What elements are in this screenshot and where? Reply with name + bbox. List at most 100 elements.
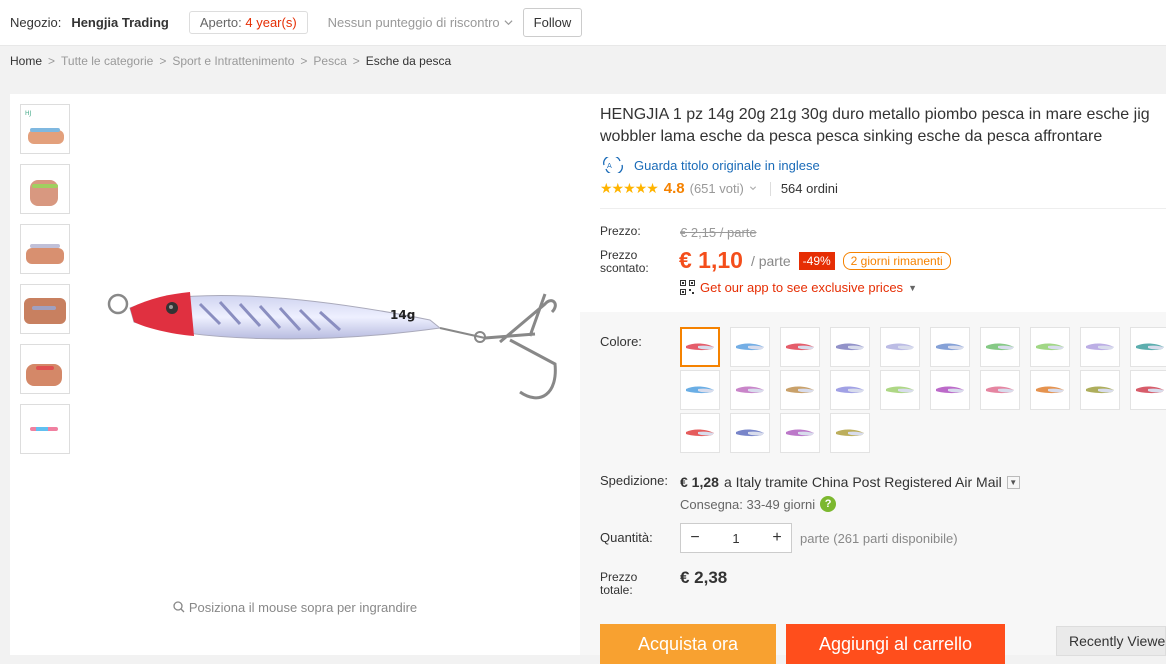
color-swatch-list bbox=[680, 327, 1166, 453]
breadcrumb: Home > Tutte le categorie > Sport e Intr… bbox=[10, 54, 451, 68]
image-gallery: HJ 14g Posiziona il mouse sopra per ingr… bbox=[10, 94, 580, 655]
order-count: 564 ordini bbox=[780, 181, 838, 196]
recently-viewed-button[interactable]: Recently Viewed bbox=[1056, 626, 1166, 656]
color-swatch[interactable] bbox=[830, 370, 870, 410]
color-swatch[interactable] bbox=[730, 370, 770, 410]
divider bbox=[769, 181, 771, 196]
zoom-hint-text: Posiziona il mouse sopra per ingrandire bbox=[188, 600, 418, 615]
color-swatch[interactable] bbox=[780, 413, 820, 453]
delivery-text: Consegna: 33-49 giorni bbox=[680, 496, 816, 512]
feedback-text: Nessun punteggio di riscontro bbox=[327, 15, 500, 30]
color-swatch[interactable] bbox=[1080, 370, 1120, 410]
breadcrumb-all-categories[interactable]: Tutte le categorie bbox=[61, 54, 153, 68]
color-swatch[interactable] bbox=[1130, 370, 1166, 410]
decrease-quantity-button[interactable]: − bbox=[681, 529, 709, 547]
total-label-2: totale: bbox=[600, 583, 633, 597]
product-title: HENGJIA 1 pz 14g 20g 21g 30g duro metall… bbox=[600, 106, 1150, 145]
breadcrumb-separator: > bbox=[352, 54, 360, 68]
thumbnail-6[interactable] bbox=[20, 404, 70, 454]
product-info: HENGJIA 1 pz 14g 20g 21g 30g duro metall… bbox=[580, 94, 1166, 664]
color-swatch[interactable] bbox=[730, 327, 770, 367]
days-left-badge: 2 giorni rimanenti bbox=[842, 251, 951, 270]
breadcrumb-separator: > bbox=[300, 54, 308, 68]
store-name-link[interactable]: Hengjia Trading bbox=[71, 15, 169, 30]
svg-text:A: A bbox=[607, 162, 612, 170]
breadcrumb-separator: > bbox=[48, 54, 56, 68]
original-price: € 2,15 / parte bbox=[680, 225, 757, 240]
color-swatch[interactable] bbox=[880, 370, 920, 410]
color-swatch[interactable] bbox=[880, 327, 920, 367]
search-icon bbox=[173, 601, 185, 613]
thumbnail-2[interactable] bbox=[20, 164, 70, 214]
shipping-dropdown-icon[interactable]: ▼ bbox=[1006, 475, 1020, 489]
price-label: Prezzo: bbox=[600, 224, 641, 238]
color-swatch[interactable] bbox=[930, 327, 970, 367]
thumbnail-list: HJ bbox=[20, 104, 70, 454]
help-icon[interactable]: ? bbox=[820, 496, 837, 512]
translate-icon: A bbox=[603, 157, 623, 173]
thumbnail-5[interactable] bbox=[20, 344, 70, 394]
color-swatch[interactable] bbox=[830, 327, 870, 367]
lure-weight-label: 14g bbox=[390, 308, 415, 322]
quantity-label: Quantità: bbox=[600, 530, 653, 545]
discount-price-label-2: scontato: bbox=[600, 261, 649, 275]
color-swatch[interactable] bbox=[680, 370, 720, 410]
buy-now-button[interactable]: Acquista ora bbox=[600, 624, 776, 664]
rating-score: 4.8 bbox=[663, 180, 685, 197]
store-label: Negozio: bbox=[10, 15, 62, 30]
caret-down-icon: ▼ bbox=[908, 282, 917, 293]
discount-badge: -49% bbox=[798, 251, 835, 270]
color-swatch[interactable] bbox=[930, 370, 970, 410]
breadcrumb-current[interactable]: Esche da pesca bbox=[366, 54, 451, 68]
svg-text:HJ: HJ bbox=[25, 110, 32, 117]
open-years: 4 year(s) bbox=[245, 15, 297, 30]
thumbnail-1[interactable]: HJ bbox=[20, 104, 70, 154]
shipping-cost: € 1,28 bbox=[680, 474, 719, 490]
shipping-method: a Italy tramite China Post Registered Ai… bbox=[723, 474, 1002, 490]
color-swatch[interactable] bbox=[1030, 327, 1070, 367]
original-title-link[interactable]: A Guarda titolo originale in inglese bbox=[600, 157, 820, 173]
price-unit: / parte bbox=[750, 252, 791, 269]
breadcrumb-fishing[interactable]: Pesca bbox=[313, 54, 346, 68]
color-swatch[interactable] bbox=[780, 370, 820, 410]
quantity-input[interactable]: 1 bbox=[709, 531, 763, 546]
original-title-text: Guarda titolo originale in inglese bbox=[634, 157, 820, 173]
rating-votes[interactable]: (651 voti) bbox=[690, 181, 744, 196]
color-swatch[interactable] bbox=[830, 413, 870, 453]
thumbnail-3[interactable] bbox=[20, 224, 70, 274]
color-swatch[interactable] bbox=[980, 327, 1020, 367]
app-promo[interactable]: Get our app to see exclusive prices ▼ bbox=[680, 280, 917, 295]
qr-code-icon bbox=[680, 280, 695, 295]
color-swatch[interactable] bbox=[1130, 327, 1166, 367]
chevron-down-icon bbox=[504, 20, 513, 26]
main-product-image[interactable]: 14g bbox=[90, 274, 560, 414]
rating-stars: ★★★★★ bbox=[600, 180, 659, 196]
divider bbox=[600, 208, 1166, 209]
quantity-stepper: − 1 + bbox=[680, 523, 792, 553]
open-label: Aperto: bbox=[199, 15, 242, 30]
color-swatch[interactable] bbox=[980, 370, 1020, 410]
add-to-cart-button[interactable]: Aggiungi al carrello bbox=[786, 624, 1005, 664]
color-swatch[interactable] bbox=[780, 327, 820, 367]
color-swatch[interactable] bbox=[730, 413, 770, 453]
shipping-label: Spedizione: bbox=[600, 473, 668, 488]
breadcrumb-home[interactable]: Home bbox=[10, 54, 42, 68]
available-quantity: parte (261 parti disponibile) bbox=[800, 531, 958, 546]
total-price: € 2,38 bbox=[680, 568, 728, 587]
store-open-badge: Aperto: 4 year(s) bbox=[188, 11, 308, 34]
color-swatch[interactable] bbox=[1080, 327, 1120, 367]
rating-row: ★★★★★ 4.8 (651 voti) 564 ordini bbox=[600, 180, 838, 197]
delivery-info: Consegna: 33-49 giorni ? bbox=[680, 496, 837, 512]
chevron-down-icon[interactable] bbox=[746, 184, 760, 193]
increase-quantity-button[interactable]: + bbox=[763, 529, 791, 547]
shipping-info: € 1,28 a Italy tramite China Post Regist… bbox=[680, 474, 1020, 490]
store-feedback[interactable]: Nessun punteggio di riscontro bbox=[328, 15, 513, 30]
discount-price-row: € 1,10 / parte -49% 2 giorni rimanenti bbox=[679, 247, 951, 274]
color-swatch[interactable] bbox=[1030, 370, 1070, 410]
color-swatch[interactable] bbox=[680, 327, 720, 367]
zoom-hint: Posiziona il mouse sopra per ingrandire bbox=[10, 600, 580, 615]
follow-button[interactable]: Follow bbox=[522, 8, 583, 37]
breadcrumb-sport[interactable]: Sport e Intrattenimento bbox=[172, 54, 294, 68]
thumbnail-4[interactable] bbox=[20, 284, 70, 334]
color-swatch[interactable] bbox=[680, 413, 720, 453]
